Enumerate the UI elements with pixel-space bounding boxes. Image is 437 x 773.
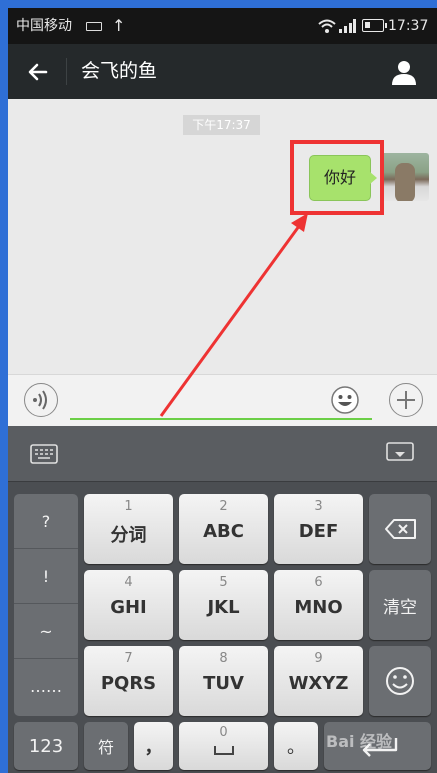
annotation-highlight-box [290, 140, 384, 215]
hide-keyboard-icon[interactable] [386, 442, 414, 466]
contact-name: 会飞的鱼 [81, 60, 158, 82]
space-key[interactable]: 0 [179, 722, 268, 770]
key-6[interactable]: 6 MNO [274, 570, 363, 640]
key-2[interactable]: 2 ABC [179, 494, 268, 564]
wifi-icon [318, 19, 336, 33]
backspace-icon [385, 519, 416, 539]
symbol-key[interactable]: ! [14, 549, 78, 604]
emoji-key[interactable] [369, 646, 431, 716]
watermark: Bai 经验 [326, 732, 393, 751]
backspace-key[interactable] [369, 494, 431, 564]
upload-arrow-icon: ↑ [112, 16, 126, 35]
symbol-column: ? ! ~ …… [14, 494, 78, 716]
key-4[interactable]: 4 GHI [84, 570, 173, 640]
plus-icon [397, 391, 415, 409]
message-input[interactable] [70, 418, 372, 420]
keyboard-switch-icon[interactable] [30, 444, 58, 464]
space-bar-icon [214, 746, 234, 755]
key-9[interactable]: 9 WXYZ [274, 646, 363, 716]
message-list[interactable]: 下午17:37 你好 [8, 99, 437, 374]
symbol-key[interactable]: ? [14, 494, 78, 549]
status-bar: 中国移动 ↑ 17:37 [8, 8, 437, 44]
clock: 17:37 [388, 18, 429, 34]
key-5[interactable]: 5 JKL [179, 570, 268, 640]
message-input-bar [8, 374, 437, 426]
signal-icon [339, 19, 356, 33]
key-7[interactable]: 7 PQRS [84, 646, 173, 716]
keyboard-toolbar [8, 426, 437, 482]
chat-header: 会飞的鱼 [8, 44, 437, 99]
phone-screen: 中国移动 ↑ 17:37 会飞的鱼 下午17:37 你好 ? ! ~ …… 1 … [8, 8, 437, 773]
smiley-icon [386, 667, 414, 695]
key-1[interactable]: 1 分词 [84, 494, 173, 564]
key-8[interactable]: 8 TUV [179, 646, 268, 716]
ime-keyboard: ? ! ~ …… 1 分词 2 ABC 3 DEF 4 GHI 5 JKL 6 … [8, 426, 437, 773]
header-divider [66, 58, 67, 85]
keyboard-status-icon [86, 22, 102, 31]
avatar[interactable] [381, 153, 429, 201]
back-arrow-icon[interactable] [26, 60, 50, 84]
voice-input-button[interactable] [24, 383, 58, 417]
carrier-name: 中国移动 [16, 18, 72, 34]
key-3[interactable]: 3 DEF [274, 494, 363, 564]
more-options-button[interactable] [389, 383, 423, 417]
contact-profile-icon[interactable] [391, 59, 417, 85]
symbol-key[interactable]: ~ [14, 604, 78, 659]
clear-key[interactable]: 清空 [369, 570, 431, 640]
battery-icon [362, 19, 387, 32]
message-timestamp: 下午17:37 [183, 115, 260, 135]
voice-wave-icon [33, 390, 47, 410]
comma-key[interactable]: ， [134, 722, 173, 770]
period-key[interactable]: 。 [274, 722, 318, 770]
emoji-icon[interactable] [330, 385, 360, 415]
mode-123-key[interactable]: 123 [14, 722, 78, 770]
symbols-key[interactable]: 符 [84, 722, 128, 770]
symbol-key[interactable]: …… [14, 659, 78, 714]
